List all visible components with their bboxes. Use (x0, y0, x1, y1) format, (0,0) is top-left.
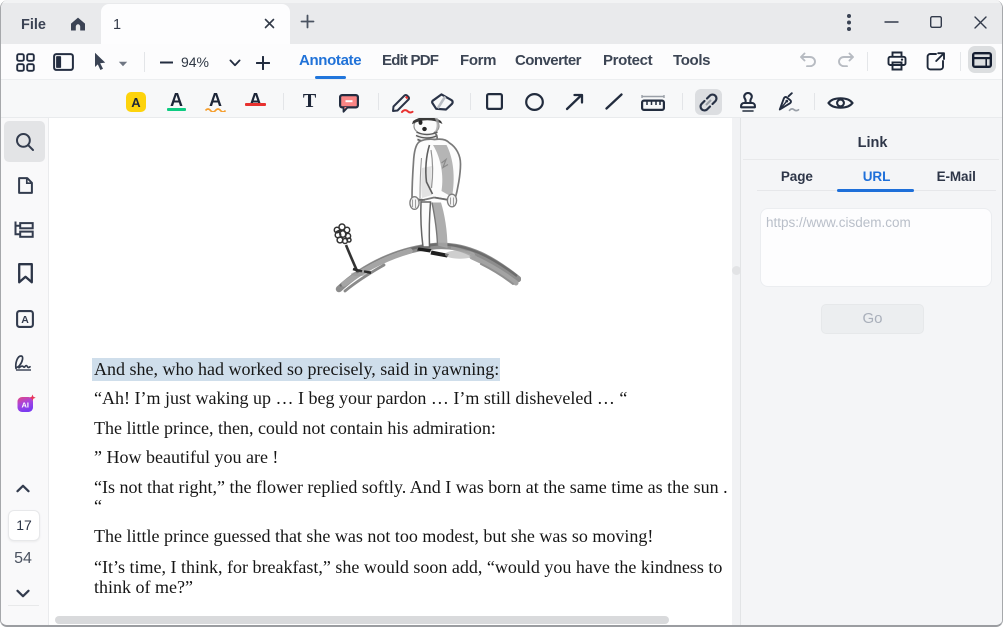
svg-text:AI: AI (21, 401, 29, 410)
svg-text:A: A (21, 314, 29, 326)
